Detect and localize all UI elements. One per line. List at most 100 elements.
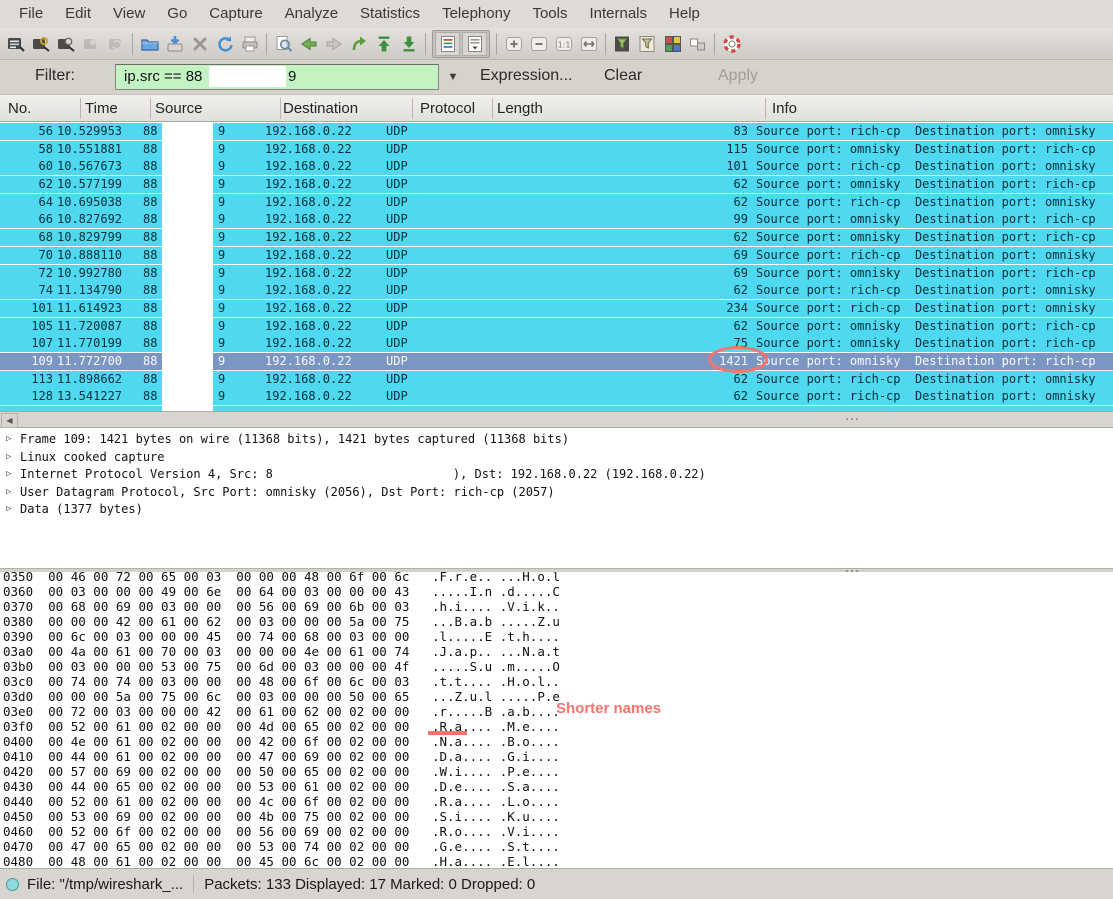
save-file-icon[interactable] <box>162 31 187 57</box>
capture-stop-icon[interactable] <box>78 31 103 57</box>
column-divider[interactable] <box>492 98 493 119</box>
status-file-text[interactable]: File: "/tmp/wireshark_... <box>27 876 183 893</box>
menu-item-view[interactable]: View <box>102 0 156 28</box>
hex-row-0430[interactable]: 0430 00 44 00 65 00 02 00 00 00 53 00 61… <box>3 779 1113 794</box>
column-header-info[interactable]: Info <box>772 100 797 117</box>
resize-columns-icon[interactable] <box>576 31 601 57</box>
filter-input[interactable]: ip.src == 88 9 <box>115 64 439 90</box>
filter-label[interactable]: Filter: <box>35 67 75 85</box>
menu-item-statistics[interactable]: Statistics <box>349 0 431 28</box>
preferences-icon[interactable] <box>685 31 710 57</box>
hex-row-0380[interactable]: 0380 00 00 00 42 00 61 00 62 00 03 00 00… <box>3 614 1113 629</box>
column-header-length[interactable]: Length <box>497 100 543 117</box>
cell-proto: UDP <box>386 159 408 173</box>
capture-start-icon[interactable] <box>53 31 78 57</box>
cell-dst: 192.168.0.22 <box>265 354 352 368</box>
menu-item-telephony[interactable]: Telephony <box>431 0 521 28</box>
status-dot-icon[interactable] <box>6 878 19 891</box>
close-file-icon[interactable] <box>187 31 212 57</box>
menu-item-analyze[interactable]: Analyze <box>274 0 349 28</box>
wireshark-window: FileEditViewGoCaptureAnalyzeStatisticsTe… <box>0 0 1113 899</box>
cell-srcs: 9 <box>218 195 225 209</box>
detail-row-ip[interactable]: ▷Internet Protocol Version 4, Src: 8), D… <box>0 467 1113 485</box>
expander-icon[interactable]: ▷ <box>6 487 11 497</box>
help-icon[interactable] <box>719 31 744 57</box>
hex-row-0450[interactable]: 0450 00 53 00 69 00 02 00 00 00 4b 00 75… <box>3 809 1113 824</box>
go-forward-icon[interactable] <box>321 31 346 57</box>
menu-item-tools[interactable]: Tools <box>521 0 578 28</box>
detail-row-data[interactable]: ▷Data (1377 bytes) <box>0 502 1113 520</box>
zoom-100-icon[interactable]: 1:1 <box>551 31 576 57</box>
print-icon[interactable] <box>237 31 262 57</box>
cell-proto: UDP <box>386 372 408 386</box>
go-back-icon[interactable] <box>296 31 321 57</box>
hex-row-03f0[interactable]: 03f0 00 52 00 61 00 02 00 00 00 4d 00 65… <box>3 719 1113 734</box>
go-bottom-icon[interactable] <box>396 31 421 57</box>
capture-options-icon[interactable] <box>28 31 53 57</box>
hex-row-03c0[interactable]: 03c0 00 74 00 74 00 03 00 00 00 48 00 6f… <box>3 674 1113 689</box>
column-divider[interactable] <box>412 98 413 119</box>
coloring-rules-icon[interactable] <box>660 31 685 57</box>
column-divider[interactable] <box>150 98 151 119</box>
apply-button[interactable]: Apply <box>718 67 758 85</box>
hex-row-0390[interactable]: 0390 00 6c 00 03 00 00 00 45 00 74 00 68… <box>3 629 1113 644</box>
reload-icon[interactable] <box>212 31 237 57</box>
cell-len: 62 <box>660 177 748 191</box>
find-packet-icon[interactable] <box>271 31 296 57</box>
column-header-no[interactable]: No. <box>8 100 31 117</box>
horizontal-scrollbar[interactable]: ◀ <box>0 411 1113 428</box>
column-divider[interactable] <box>80 98 81 119</box>
cell-info: Source port: rich-cp Destination port: o… <box>756 195 1096 209</box>
menu-item-help[interactable]: Help <box>658 0 711 28</box>
detail-row-udp[interactable]: ▷User Datagram Protocol, Src Port: omnis… <box>0 485 1113 503</box>
menu-item-edit[interactable]: Edit <box>54 0 102 28</box>
hex-row-03a0[interactable]: 03a0 00 4a 00 61 00 70 00 03 00 00 00 4e… <box>3 644 1113 659</box>
pane-splitter-grip[interactable] <box>845 417 859 422</box>
capture-restart-icon[interactable] <box>103 31 128 57</box>
expander-icon[interactable]: ▷ <box>6 452 11 462</box>
hex-row-0470[interactable]: 0470 00 47 00 65 00 02 00 00 00 53 00 74… <box>3 839 1113 854</box>
menu-item-file[interactable]: File <box>8 0 54 28</box>
zoom-out-icon[interactable] <box>526 31 551 57</box>
open-file-icon[interactable] <box>137 31 162 57</box>
hex-row-0370[interactable]: 0370 00 68 00 69 00 03 00 00 00 56 00 69… <box>3 599 1113 614</box>
column-header-time[interactable]: Time <box>85 100 118 117</box>
expander-icon[interactable]: ▷ <box>6 434 11 444</box>
column-header-destination[interactable]: Destination <box>283 100 358 117</box>
hex-row-0400[interactable]: 0400 00 4e 00 61 00 02 00 00 00 42 00 6f… <box>3 734 1113 749</box>
hex-row-0360[interactable]: 0360 00 03 00 00 00 49 00 6e 00 64 00 03… <box>3 584 1113 599</box>
hex-row-0410[interactable]: 0410 00 44 00 61 00 02 00 00 00 47 00 69… <box>3 749 1113 764</box>
zoom-in-icon[interactable] <box>501 31 526 57</box>
hex-row-0350[interactable]: 0350 00 46 00 72 00 65 00 03 00 00 00 48… <box>3 572 1113 584</box>
expander-icon[interactable]: ▷ <box>6 504 11 514</box>
auto-scroll-icon[interactable] <box>462 32 487 56</box>
detail-row-linux-cooked[interactable]: ▷Linux cooked capture <box>0 450 1113 468</box>
cell-proto: UDP <box>386 124 408 138</box>
go-to-packet-icon[interactable] <box>346 31 371 57</box>
cell-srcp: 88 <box>143 336 157 350</box>
menu-item-go[interactable]: Go <box>156 0 198 28</box>
column-divider[interactable] <box>280 98 281 119</box>
hex-row-0420[interactable]: 0420 00 57 00 69 00 02 00 00 00 50 00 65… <box>3 764 1113 779</box>
capture-filter-icon[interactable] <box>610 31 635 57</box>
column-header-source[interactable]: Source <box>155 100 203 117</box>
display-filter-icon[interactable] <box>635 31 660 57</box>
hex-row-03b0[interactable]: 03b0 00 03 00 00 00 53 00 75 00 6d 00 03… <box>3 659 1113 674</box>
colorize-list-icon[interactable] <box>435 32 460 56</box>
detail-row-frame[interactable]: ▷Frame 109: 1421 bytes on wire (11368 bi… <box>0 432 1113 450</box>
cell-time: 10.695038 <box>57 195 122 209</box>
scroll-left-arrow-icon[interactable]: ◀ <box>1 413 18 428</box>
hex-row-0460[interactable]: 0460 00 52 00 6f 00 02 00 00 00 56 00 69… <box>3 824 1113 839</box>
expander-icon[interactable]: ▷ <box>6 469 11 479</box>
hex-row-0440[interactable]: 0440 00 52 00 61 00 02 00 00 00 4c 00 6f… <box>3 794 1113 809</box>
menu-item-capture[interactable]: Capture <box>198 0 273 28</box>
column-divider[interactable] <box>765 98 766 119</box>
go-top-icon[interactable] <box>371 31 396 57</box>
hex-row-0480[interactable]: 0480 00 48 00 61 00 02 00 00 00 45 00 6c… <box>3 854 1113 868</box>
menu-item-internals[interactable]: Internals <box>578 0 658 28</box>
column-header-protocol[interactable]: Protocol <box>420 100 475 117</box>
filter-dropdown-arrow-icon[interactable]: ▼ <box>440 64 466 90</box>
clear-button[interactable]: Clear <box>604 67 642 85</box>
interface-list-icon[interactable] <box>3 31 28 57</box>
expression-button[interactable]: Expression... <box>480 67 572 85</box>
